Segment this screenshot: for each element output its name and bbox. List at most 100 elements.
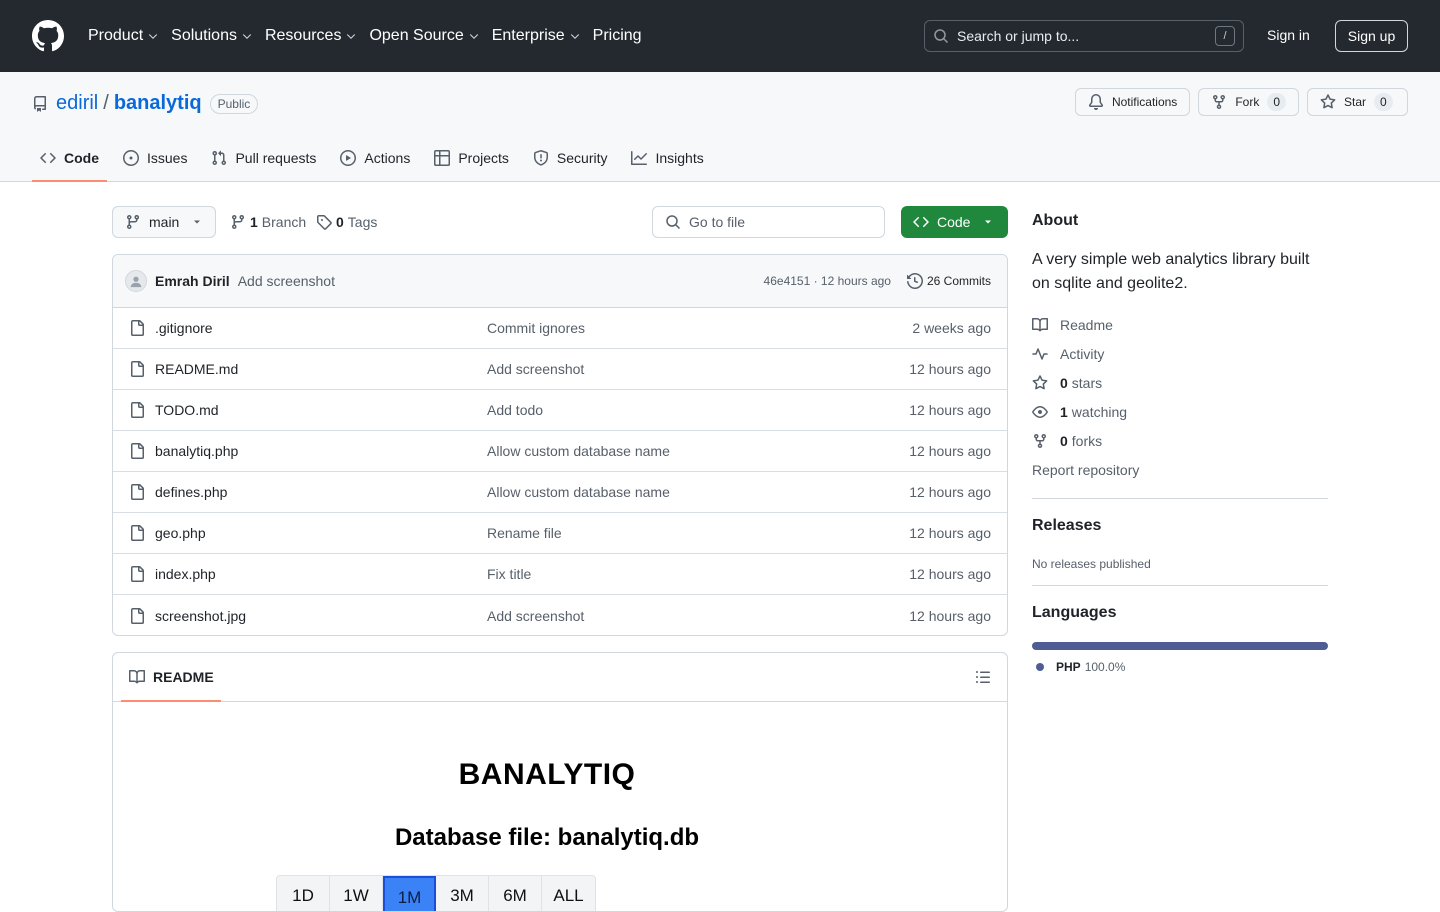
range-button-1w: 1W <box>330 876 383 911</box>
tags-link[interactable]: 0 Tags <box>316 214 377 230</box>
go-to-file-input[interactable]: Go to file <box>652 206 885 238</box>
file-commit-message[interactable]: Allow custom database name <box>487 484 909 500</box>
table-row[interactable]: geo.php Rename file 12 hours ago <box>113 513 1007 554</box>
branches-link[interactable]: 1 Branch <box>230 214 306 230</box>
topnav-product[interactable]: Product <box>88 23 159 49</box>
search-input[interactable]: Search or jump to... / <box>924 20 1244 52</box>
languages-heading: Languages <box>1032 604 1117 621</box>
file-name[interactable]: defines.php <box>155 484 487 500</box>
git-branch-icon <box>126 215 139 230</box>
table-row[interactable]: index.php Fix title 12 hours ago <box>113 554 1007 595</box>
topnav-solutions[interactable]: Solutions <box>171 23 253 49</box>
sign-up-button[interactable]: Sign up <box>1335 20 1408 52</box>
star-icon <box>1032 374 1048 389</box>
star-button[interactable]: Star 0 <box>1307 88 1408 116</box>
table-row[interactable]: screenshot.jpg Add screenshot 12 hours a… <box>113 595 1007 635</box>
shield-icon <box>533 150 548 166</box>
file-time: 12 hours ago <box>909 566 991 582</box>
caret-down-icon <box>985 220 992 224</box>
avatar[interactable] <box>125 270 147 292</box>
divider <box>1032 498 1328 499</box>
github-logo-icon[interactable] <box>32 20 64 52</box>
readme-header: README <box>113 653 1007 702</box>
table-row[interactable]: defines.php Allow custom database name 1… <box>113 472 1007 513</box>
table-icon <box>434 150 451 166</box>
commit-hash-time[interactable]: 46e4151 · 12 hours ago <box>764 274 891 288</box>
file-commit-message[interactable]: Add todo <box>487 402 909 418</box>
file-name[interactable]: TODO.md <box>155 402 487 418</box>
report-repository-link[interactable]: Report repository <box>1032 455 1328 484</box>
language-item[interactable]: PHP 100.0% <box>1032 660 1328 674</box>
file-time: 12 hours ago <box>909 443 991 459</box>
topnav-enterprise[interactable]: Enterprise <box>492 23 581 49</box>
file-commit-message[interactable]: Rename file <box>487 525 909 541</box>
releases-heading[interactable]: Releases <box>1032 517 1328 535</box>
file-name[interactable]: banalytiq.php <box>155 443 487 459</box>
stars-link[interactable]: 0 stars <box>1032 368 1328 397</box>
pulse-icon <box>1032 347 1048 360</box>
language-percent: 100.0% <box>1084 660 1126 674</box>
fork-label: Fork <box>1235 95 1260 109</box>
search-icon <box>666 215 681 230</box>
table-row[interactable]: .gitignore Commit ignores 2 weeks ago <box>113 308 1007 349</box>
branch-select[interactable]: main <box>112 206 216 238</box>
file-commit-message[interactable]: Allow custom database name <box>487 443 909 459</box>
issue-opened-icon <box>123 150 139 166</box>
table-row[interactable]: README.md Add screenshot 12 hours ago <box>113 349 1007 390</box>
code-button[interactable]: Code <box>901 206 1008 238</box>
file-name[interactable]: README.md <box>155 361 487 377</box>
file-name[interactable]: index.php <box>155 566 487 582</box>
language-bar <box>1032 642 1328 650</box>
commits-link[interactable]: 26 Commits <box>906 273 991 289</box>
topnav-resources[interactable]: Resources <box>265 23 357 49</box>
commit-author[interactable]: Emrah Diril <box>155 273 230 289</box>
person-icon <box>130 276 142 288</box>
file-time: 12 hours ago <box>909 484 991 500</box>
git-pull-request-icon <box>212 150 227 166</box>
table-row[interactable]: banalytiq.php Allow custom database name… <box>113 431 1007 472</box>
fork-icon <box>1034 433 1046 448</box>
file-list: Emrah Diril Add screenshot 46e4151 · 12 … <box>112 254 1008 636</box>
range-button-6m: 6M <box>489 876 542 911</box>
sign-in-link[interactable]: Sign in <box>1267 27 1310 43</box>
file-commit-message[interactable]: Add screenshot <box>487 608 909 624</box>
screenshot-subtitle: Database file: banalytiq.db <box>394 824 700 851</box>
repo-owner-link[interactable]: ediril <box>56 92 98 115</box>
file-name[interactable]: .gitignore <box>155 320 487 336</box>
fork-button[interactable]: Fork 0 <box>1198 88 1299 116</box>
readme-tab[interactable]: README <box>129 669 214 685</box>
list-unordered-icon[interactable] <box>975 669 991 685</box>
search-shortcut-key: / <box>1215 26 1235 46</box>
tab-insights[interactable]: Insights <box>623 138 711 178</box>
repo-name-link[interactable]: banalytiq <box>114 92 202 115</box>
tab-issues[interactable]: Issues <box>115 138 195 178</box>
file-name[interactable]: screenshot.jpg <box>155 608 487 624</box>
star-count: 0 <box>1374 93 1393 111</box>
tab-pull-requests[interactable]: Pull requests <box>203 138 324 178</box>
readme-tab-label: README <box>153 669 214 685</box>
file-commit-message[interactable]: Add screenshot <box>487 361 909 377</box>
file-icon <box>131 402 144 418</box>
forks-link[interactable]: 0 forks <box>1032 426 1328 455</box>
file-name[interactable]: geo.php <box>155 525 487 541</box>
tab-projects[interactable]: Projects <box>426 138 517 178</box>
branch-count-label: Branch <box>261 214 307 230</box>
topnav-open-source[interactable]: Open Source <box>369 23 479 49</box>
file-icon <box>131 566 144 582</box>
file-commit-message[interactable]: Commit ignores <box>487 320 912 336</box>
file-commit-message[interactable]: Fix title <box>487 566 909 582</box>
repo-sidebar: About A very simple web analytics librar… <box>1032 212 1328 674</box>
commit-message[interactable]: Add screenshot <box>238 273 764 289</box>
notifications-button[interactable]: Notifications <box>1074 88 1191 116</box>
topnav-pricing[interactable]: Pricing <box>593 23 642 49</box>
tab-code[interactable]: Code <box>32 138 107 182</box>
tab-actions[interactable]: Actions <box>332 138 418 178</box>
watching-link[interactable]: 1 watching <box>1032 397 1328 426</box>
star-icon <box>1320 94 1336 109</box>
tab-security[interactable]: Security <box>525 138 616 178</box>
readme-link[interactable]: Readme <box>1032 310 1328 339</box>
activity-link[interactable]: Activity <box>1032 339 1328 368</box>
repo-actions: Notifications Fork 0 Star 0 <box>1067 88 1408 116</box>
table-row[interactable]: TODO.md Add todo 12 hours ago <box>113 390 1007 431</box>
range-button-1d: 1D <box>277 876 330 911</box>
